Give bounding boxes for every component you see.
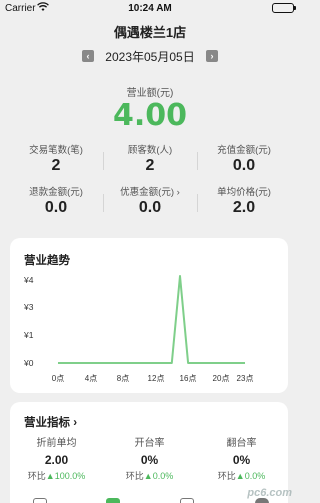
x-tick-label: 20点 (212, 374, 230, 383)
change-prefix: 环比 (217, 471, 236, 481)
metric-value: 0.0 (232, 157, 256, 174)
indicator-change: 环比▲0.0% (195, 469, 288, 482)
change-value: 100.0% (54, 471, 86, 481)
change-prefix: 环比 (125, 471, 144, 481)
next-day-button[interactable]: › (206, 50, 218, 62)
revenue-value: 4.00 (112, 98, 188, 133)
trend-card: 营业趋势 ¥4 ¥3 ¥1 ¥0 0点 4点 8点 12点 16点 20点 23… (10, 238, 288, 393)
change-prefix: 环比 (27, 471, 46, 481)
metric-label: 优惠金额(元) › (120, 187, 180, 198)
metric-label: 单均价格(元) (217, 187, 271, 198)
metric-value: 0.0 (138, 199, 162, 216)
clock: 10:24 AM (128, 3, 172, 14)
x-tick-label: 0点 (51, 374, 65, 383)
message-tab-icon[interactable] (180, 498, 194, 503)
metric-label: 顾客数(人) (127, 145, 173, 156)
indicators-title[interactable]: 营业指标 › (24, 414, 77, 430)
metric-discount[interactable]: 优惠金额(元) › 0.0 (100, 184, 200, 217)
indicator-value: 0% (232, 453, 251, 467)
indicator-label: 翻台率 (226, 438, 257, 449)
revenue-label: 营业额(元) (126, 88, 174, 99)
trend-chart (57, 275, 246, 364)
indicator-change: 环比▲0.0% (103, 469, 196, 482)
indicator-label: 折前单均 (36, 438, 77, 449)
x-tick-label: 23点 (236, 374, 254, 383)
metric-value: 2.0 (232, 199, 256, 216)
home-tab-icon[interactable] (33, 498, 47, 503)
x-tick-label: 8点 (116, 374, 130, 383)
metric-label: 退款金额(元) (29, 187, 83, 198)
indicator-value: 0% (140, 453, 159, 467)
metric-label: 交易笔数(笔) (29, 145, 83, 156)
metric-value: 2 (51, 157, 61, 174)
x-tick-label: 16点 (179, 374, 197, 383)
metric-transactions: 交易笔数(笔) 2 (6, 142, 106, 175)
metric-refund: 退款金额(元) 0.0 (6, 184, 106, 217)
metric-value: 2 (145, 157, 155, 174)
metric-label: 充值金额(元) (217, 145, 271, 156)
indicator-label: 开台率 (134, 438, 165, 449)
indicator-turnover-rate: 翻台率 0% 环比▲0.0% (195, 434, 288, 482)
up-arrow-icon: ▲ (45, 471, 55, 481)
indicator-change: 环比▲100.0% (10, 469, 103, 482)
x-tick-label: 4点 (84, 374, 98, 383)
current-date[interactable]: 2023年05月05日 (98, 48, 202, 65)
up-arrow-icon: ▲ (235, 471, 245, 481)
metric-avg-price: 单均价格(元) 2.0 (194, 184, 294, 217)
prev-day-button[interactable]: ‹ (82, 50, 94, 62)
indicator-open-rate: 开台率 0% 环比▲0.0% (103, 434, 196, 482)
metric-customers: 顾客数(人) 2 (100, 142, 200, 175)
date-selector: ‹ 2023年05月05日 › (0, 47, 300, 65)
x-tick-label: 12点 (147, 374, 165, 383)
up-arrow-icon: ▲ (143, 471, 153, 481)
change-value: 0.0% (244, 471, 266, 481)
indicator-value: 2.00 (44, 453, 69, 467)
store-name[interactable]: 偶遇楼兰1店 (0, 22, 300, 41)
indicator-avg-before-discount: 折前单均 2.00 环比▲100.0% (10, 434, 103, 482)
watermark: pc6.com (247, 487, 292, 499)
metric-value: 0.0 (44, 199, 68, 216)
change-value: 0.0% (152, 471, 174, 481)
trend-series-line (58, 275, 245, 364)
status-bar: Carrier 10:24 AM (0, 0, 300, 16)
battery-icon (272, 3, 296, 13)
report-tab-icon[interactable] (106, 498, 120, 503)
metric-recharge: 充值金额(元) 0.0 (194, 142, 294, 175)
